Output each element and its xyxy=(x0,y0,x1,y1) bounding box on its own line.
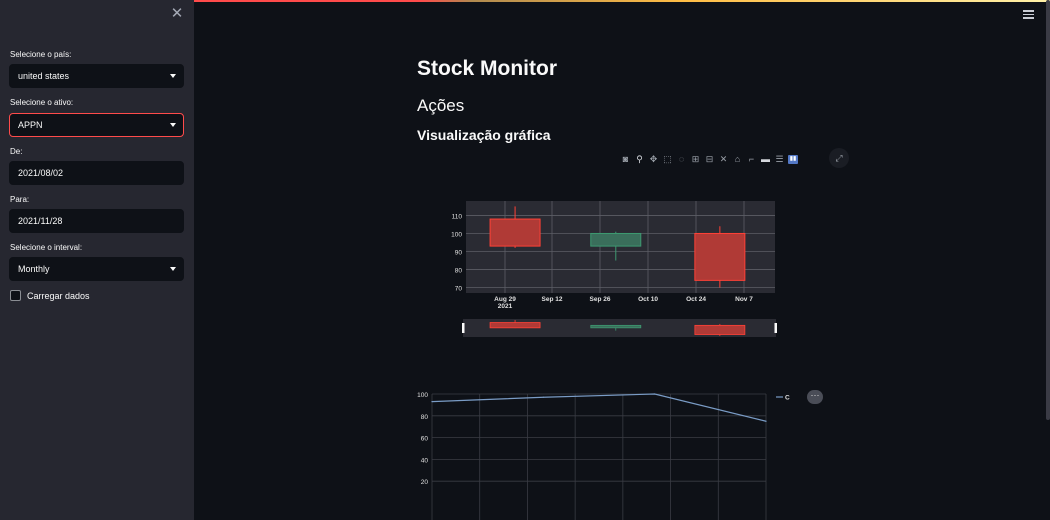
y-tick-label: 80 xyxy=(421,414,429,421)
y-tick-label: 40 xyxy=(421,457,429,464)
y-tick-label: 60 xyxy=(421,436,429,443)
zoom-out-icon[interactable]: ⊟ xyxy=(704,154,715,165)
plot-modebar: ◙ ⚲ ✥ ⬚ ◌ ⊞ ⊟ ✕ ⌂ ⌐ ▬ ☰ ▮▮ xyxy=(620,152,798,166)
to-date-value: 2021/11/28 xyxy=(18,216,63,226)
interval-select-value: Monthly xyxy=(18,264,50,274)
lasso-icon[interactable]: ◌ xyxy=(676,154,687,165)
x-tick-label: Oct 10 xyxy=(638,296,658,303)
page-title: Stock Monitor xyxy=(417,57,557,80)
x-tick-label: Sep 12 xyxy=(542,296,563,303)
hover-compare-icon[interactable]: ☰ xyxy=(774,154,785,165)
candle-body xyxy=(590,232,642,247)
camera-icon[interactable]: ◙ xyxy=(620,154,631,165)
y-tick-label: 90 xyxy=(455,250,463,257)
y-tick-label: 80 xyxy=(455,268,463,275)
x-tick-label: Nov 7 xyxy=(735,296,753,303)
legend-label: Close xyxy=(785,395,790,402)
y-tick-label: 70 xyxy=(455,286,463,293)
y-tick-label: 100 xyxy=(451,231,462,238)
rangeslider-candle-body xyxy=(694,324,746,335)
load-data-label: Carregar dados xyxy=(27,290,90,301)
from-date-input[interactable]: 2021/08/02 xyxy=(9,161,184,185)
plotly-logo-icon[interactable]: ▮▮ xyxy=(788,154,798,164)
close-line-chart[interactable]: 20 40 60 80 100 Close xyxy=(400,385,790,520)
x-tick-label: Aug 29 xyxy=(494,296,516,303)
scrollbar[interactable] xyxy=(1046,0,1050,420)
y-tick-label: 100 xyxy=(417,392,428,399)
rangeslider-right-handle xyxy=(774,323,777,333)
close-series-point xyxy=(542,396,544,398)
y-tick-label: 110 xyxy=(452,213,463,220)
reset-axes-icon[interactable]: ⌂ xyxy=(732,154,743,165)
asset-label: Selecione o ativo: xyxy=(10,98,74,107)
close-series-point xyxy=(431,401,433,403)
interval-label: Selecione o interval: xyxy=(10,243,83,252)
close-sidebar-icon[interactable]: ✕ xyxy=(170,6,184,21)
from-date-label: De: xyxy=(10,147,23,156)
hover-closest-icon[interactable]: ▬ xyxy=(760,154,771,165)
candle-body xyxy=(489,218,541,247)
to-date-input[interactable]: 2021/11/28 xyxy=(9,209,184,233)
load-data-checkbox[interactable] xyxy=(10,290,21,301)
autoscale-icon[interactable]: ✕ xyxy=(718,154,729,165)
rangeslider-candle-body xyxy=(590,324,642,329)
interval-select[interactable]: Monthly xyxy=(9,257,184,281)
y-tick-label: 20 xyxy=(421,479,429,486)
load-data-checkbox-row[interactable]: Carregar dados xyxy=(10,290,90,301)
sidebar: ✕ Selecione o país: united states Seleci… xyxy=(0,0,194,520)
candlestick-chart[interactable]: 70 80 90 100 110 Aug 29 Sep 12 Sep 26 Oct 10 Oct … xyxy=(440,195,785,345)
asset-select[interactable]: APPN xyxy=(9,113,184,137)
close-series-point xyxy=(765,420,767,422)
fullscreen-icon[interactable]: ⤢ xyxy=(829,148,849,168)
zoom-in-icon[interactable]: ⊞ xyxy=(690,154,701,165)
country-select-value: united states xyxy=(18,71,70,81)
asset-select-value: APPN xyxy=(18,120,43,130)
section-heading: Ações xyxy=(417,96,465,115)
hamburger-menu-icon[interactable] xyxy=(1023,10,1034,19)
candle-body xyxy=(694,232,746,281)
zoom-icon[interactable]: ⚲ xyxy=(634,154,645,165)
chevron-down-icon xyxy=(170,267,176,271)
pan-icon[interactable]: ✥ xyxy=(648,154,659,165)
chevron-down-icon xyxy=(170,74,176,78)
rangeslider-left-handle xyxy=(462,323,465,333)
x-tick-label: Oct 24 xyxy=(686,296,706,303)
box-select-icon[interactable]: ⬚ xyxy=(662,154,673,165)
close-series-point xyxy=(654,393,656,395)
more-options-icon[interactable]: ··· xyxy=(807,390,823,404)
spike-lines-icon[interactable]: ⌐ xyxy=(746,154,757,165)
rangeslider-candle-body xyxy=(489,322,541,329)
x-tick-label: Sep 26 xyxy=(590,296,611,303)
subsection-heading: Visualização gráfica xyxy=(417,127,551,143)
from-date-value: 2021/08/02 xyxy=(18,168,64,178)
chevron-down-icon xyxy=(170,123,176,127)
country-select[interactable]: united states xyxy=(9,64,184,88)
x-year-label: 2021 xyxy=(498,303,513,310)
close-series-line xyxy=(431,393,767,422)
country-label: Selecione o país: xyxy=(10,50,72,59)
to-date-label: Para: xyxy=(10,195,30,204)
